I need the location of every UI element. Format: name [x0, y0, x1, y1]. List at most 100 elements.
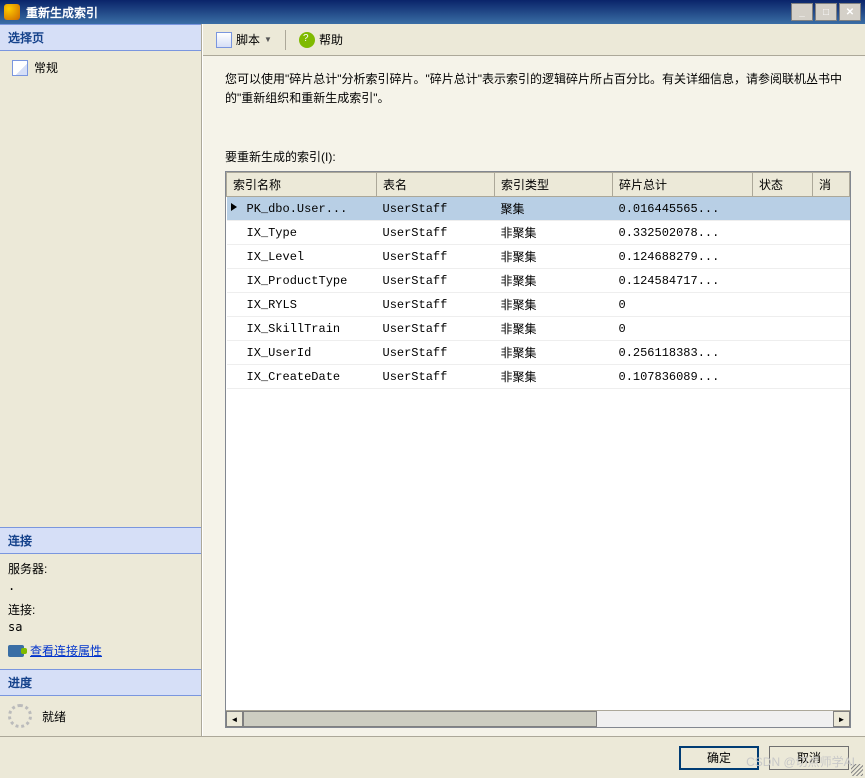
- table-cell: UserStaff: [377, 245, 495, 269]
- table-row[interactable]: IX_RYLSUserStaff非聚集0: [227, 293, 850, 317]
- window-controls: _ □ ✕: [791, 3, 861, 21]
- table-cell: [753, 317, 813, 341]
- table-cell: 非聚集: [495, 341, 613, 365]
- table-row[interactable]: IX_LevelUserStaff非聚集0.124688279...: [227, 245, 850, 269]
- table-cell: IX_CreateDate: [227, 365, 377, 389]
- nav-general[interactable]: 常规: [8, 57, 193, 78]
- table-cell: [813, 365, 850, 389]
- scroll-right-button[interactable]: ►: [833, 711, 850, 727]
- col-status[interactable]: 状态: [753, 173, 813, 197]
- page-icon: [12, 60, 28, 76]
- table-cell: 0.332502078...: [613, 221, 753, 245]
- table-cell: [753, 269, 813, 293]
- table-row[interactable]: IX_UserIdUserStaff非聚集0.256118383...: [227, 341, 850, 365]
- index-grid[interactable]: 索引名称 表名 索引类型 碎片总计 状态 消 PK_dbo.User...Use…: [225, 171, 851, 728]
- view-props-label: 查看连接属性: [30, 642, 102, 659]
- server-label: 服务器:: [8, 560, 193, 577]
- table-cell: [813, 221, 850, 245]
- table-cell: [813, 293, 850, 317]
- window-title: 重新生成索引: [26, 4, 791, 21]
- table-cell: UserStaff: [377, 365, 495, 389]
- table-cell: UserStaff: [377, 293, 495, 317]
- titlebar: 重新生成索引 _ □ ✕: [0, 0, 865, 24]
- scroll-left-button[interactable]: ◄: [226, 711, 243, 727]
- app-icon: [4, 4, 20, 20]
- table-cell: IX_RYLS: [227, 293, 377, 317]
- table-cell: UserStaff: [377, 317, 495, 341]
- table-cell: [753, 365, 813, 389]
- spinner-icon: [8, 704, 32, 728]
- table-cell: 0: [613, 293, 753, 317]
- table-row[interactable]: IX_TypeUserStaff非聚集0.332502078...: [227, 221, 850, 245]
- table-row[interactable]: PK_dbo.User...UserStaff聚集0.016445565...: [227, 197, 850, 221]
- connection-icon: [8, 645, 24, 657]
- toolbar: 脚本 ▼ 帮助: [203, 24, 865, 56]
- conn-value: sa: [8, 620, 193, 634]
- table-cell: [813, 317, 850, 341]
- connection-header: 连接: [0, 527, 201, 554]
- col-message[interactable]: 消: [813, 173, 850, 197]
- select-page-header: 选择页: [0, 24, 201, 51]
- table-cell: [753, 293, 813, 317]
- table-cell: [753, 341, 813, 365]
- index-table: 索引名称 表名 索引类型 碎片总计 状态 消 PK_dbo.User...Use…: [226, 172, 850, 389]
- horizontal-scrollbar[interactable]: ◄ ►: [226, 710, 850, 727]
- table-cell: IX_Level: [227, 245, 377, 269]
- table-cell: IX_UserId: [227, 341, 377, 365]
- table-cell: 非聚集: [495, 365, 613, 389]
- toolbar-separator: [285, 30, 286, 50]
- table-cell: 聚集: [495, 197, 613, 221]
- table-cell: UserStaff: [377, 341, 495, 365]
- col-index-name[interactable]: 索引名称: [227, 173, 377, 197]
- spacer: [0, 88, 201, 527]
- table-cell: 0.124688279...: [613, 245, 753, 269]
- table-cell: 0.256118383...: [613, 341, 753, 365]
- table-cell: 0.124584717...: [613, 269, 753, 293]
- grid-label: 要重新生成的索引(I):: [225, 148, 851, 165]
- progress-status: 就绪: [42, 708, 66, 725]
- table-cell: 非聚集: [495, 221, 613, 245]
- scroll-track[interactable]: [243, 711, 833, 727]
- table-cell: UserStaff: [377, 269, 495, 293]
- table-cell: 非聚集: [495, 317, 613, 341]
- table-cell: IX_SkillTrain: [227, 317, 377, 341]
- nav-general-label: 常规: [34, 59, 58, 76]
- left-panel: 选择页 常规 连接 服务器: . 连接: sa 查看连接属性 进度 就绪: [0, 24, 202, 736]
- help-icon: [299, 32, 315, 48]
- progress-body: 就绪: [0, 696, 201, 736]
- script-icon: [216, 32, 232, 48]
- table-cell: UserStaff: [377, 197, 495, 221]
- col-frag-total[interactable]: 碎片总计: [613, 173, 753, 197]
- table-cell: 0: [613, 317, 753, 341]
- minimize-button[interactable]: _: [791, 3, 813, 21]
- view-connection-properties-link[interactable]: 查看连接属性: [8, 642, 193, 659]
- header-row: 索引名称 表名 索引类型 碎片总计 状态 消: [227, 173, 850, 197]
- select-page-body: 常规: [0, 51, 201, 88]
- help-label: 帮助: [319, 31, 343, 48]
- content-body: 您可以使用"碎片总计"分析索引碎片。"碎片总计"表示索引的逻辑碎片所占百分比。有…: [203, 56, 865, 736]
- table-cell: IX_ProductType: [227, 269, 377, 293]
- table-cell: 0.016445565...: [613, 197, 753, 221]
- resize-grip[interactable]: [851, 764, 863, 776]
- button-bar: 确定 取消: [0, 736, 865, 778]
- table-row[interactable]: IX_SkillTrainUserStaff非聚集0: [227, 317, 850, 341]
- table-cell: IX_Type: [227, 221, 377, 245]
- table-row[interactable]: IX_ProductTypeUserStaff非聚集0.124584717...: [227, 269, 850, 293]
- right-panel: 脚本 ▼ 帮助 您可以使用"碎片总计"分析索引碎片。"碎片总计"表示索引的逻辑碎…: [202, 24, 865, 736]
- maximize-button[interactable]: □: [815, 3, 837, 21]
- table-cell: PK_dbo.User...: [227, 197, 377, 221]
- watermark: CSDN @切点师学AI: [746, 753, 855, 770]
- help-button[interactable]: 帮助: [294, 28, 348, 51]
- script-button[interactable]: 脚本 ▼: [211, 28, 277, 51]
- table-cell: [813, 197, 850, 221]
- col-index-type[interactable]: 索引类型: [495, 173, 613, 197]
- chevron-down-icon: ▼: [264, 35, 272, 44]
- main-area: 选择页 常规 连接 服务器: . 连接: sa 查看连接属性 进度 就绪: [0, 24, 865, 736]
- table-cell: [813, 341, 850, 365]
- close-button[interactable]: ✕: [839, 3, 861, 21]
- table-row[interactable]: IX_CreateDateUserStaff非聚集0.107836089...: [227, 365, 850, 389]
- description-text: 您可以使用"碎片总计"分析索引碎片。"碎片总计"表示索引的逻辑碎片所占百分比。有…: [225, 70, 851, 108]
- scroll-thumb[interactable]: [243, 711, 597, 727]
- conn-label: 连接:: [8, 601, 193, 618]
- col-table-name[interactable]: 表名: [377, 173, 495, 197]
